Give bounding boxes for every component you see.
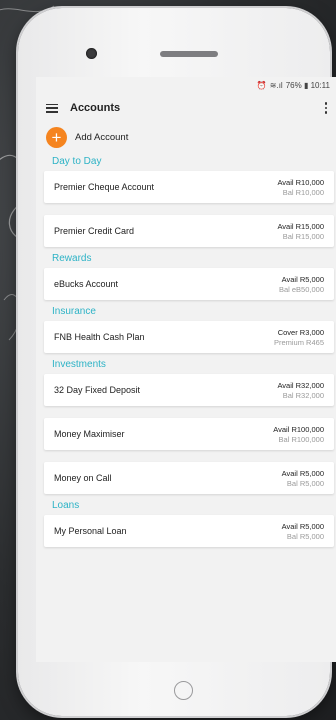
section-header: Loans bbox=[52, 500, 80, 511]
wifi-signal-icon: ≋.ıl bbox=[269, 81, 283, 90]
app-bar: Accounts bbox=[36, 94, 336, 122]
account-balance: Bal R32,000 bbox=[282, 390, 324, 400]
account-name: Premier Cheque Account bbox=[54, 182, 155, 192]
account-available: Avail R32,000 bbox=[277, 380, 324, 390]
add-account-button[interactable]: + Add Account bbox=[36, 122, 336, 152]
account-cover: Cover R3,000 bbox=[277, 327, 324, 337]
account-balance: Bal R15,000 bbox=[282, 231, 324, 241]
account-row[interactable]: Money on Call Avail R5,000 Bal R5,000 bbox=[44, 462, 334, 494]
account-balance: Bal R5,000 bbox=[286, 478, 324, 488]
phone-screen: ⏰ ≋.ıl 76% ▮ 10:11 Accounts + Add Accoun… bbox=[36, 77, 336, 662]
account-row[interactable]: Premier Credit Card Avail R15,000 Bal R15… bbox=[44, 215, 334, 247]
add-account-label: Add Account bbox=[75, 131, 129, 143]
account-balance: Bal eB50,000 bbox=[278, 284, 324, 294]
account-available: Avail R10,000 bbox=[277, 177, 324, 187]
home-button[interactable] bbox=[174, 681, 193, 700]
account-available: Avail R5,000 bbox=[281, 521, 324, 531]
account-name: My Personal Loan bbox=[54, 526, 127, 536]
section-header: Rewards bbox=[52, 253, 92, 264]
account-name: eBucks Account bbox=[54, 279, 119, 289]
section-header: Day to Day bbox=[52, 156, 102, 167]
account-name: Premier Credit Card bbox=[54, 226, 135, 236]
account-name: Money Maximiser bbox=[54, 429, 125, 439]
account-name: FNB Health Cash Plan bbox=[54, 332, 145, 342]
account-balance: Bal R5,000 bbox=[286, 531, 324, 541]
account-row[interactable]: Money Maximiser Avail R100,000 Bal R100,0… bbox=[44, 418, 334, 450]
plus-icon: + bbox=[46, 126, 67, 148]
alarm-icon: ⏰ bbox=[256, 81, 267, 90]
section-header: Investments bbox=[52, 359, 106, 370]
overflow-menu-icon[interactable] bbox=[324, 102, 328, 114]
front-camera bbox=[86, 48, 97, 59]
account-available: Avail R5,000 bbox=[281, 274, 324, 284]
account-row[interactable]: 32 Day Fixed Deposit Avail R32,000 Bal R3… bbox=[44, 374, 334, 406]
page-title: Accounts bbox=[70, 102, 121, 114]
account-available: Avail R15,000 bbox=[277, 221, 324, 231]
account-balance: Bal R100,000 bbox=[278, 434, 324, 444]
status-text: 76% ▮ 10:11 bbox=[285, 81, 330, 90]
earpiece-speaker bbox=[160, 51, 218, 57]
hamburger-menu-icon[interactable] bbox=[46, 103, 58, 113]
account-row[interactable]: eBucks Account Avail R5,000 Bal eB50,000 bbox=[44, 268, 334, 300]
account-available: Avail R100,000 bbox=[273, 424, 324, 434]
account-balance: Bal R10,000 bbox=[282, 187, 324, 197]
status-bar: ⏰ ≋.ıl 76% ▮ 10:11 bbox=[36, 77, 336, 94]
account-row[interactable]: My Personal Loan Avail R5,000 Bal R5,000 bbox=[44, 515, 334, 547]
section-header: Insurance bbox=[52, 306, 96, 317]
accounts-list: Day to Day Premier Cheque Account Avail … bbox=[36, 152, 336, 547]
account-name: 32 Day Fixed Deposit bbox=[54, 385, 141, 395]
account-row[interactable]: FNB Health Cash Plan Cover R3,000 Premium… bbox=[44, 321, 334, 353]
account-available: Avail R5,000 bbox=[281, 468, 324, 478]
account-premium: Premium R465 bbox=[273, 337, 324, 347]
account-row[interactable]: Premier Cheque Account Avail R10,000 Bal … bbox=[44, 171, 334, 203]
account-name: Money on Call bbox=[54, 473, 112, 483]
